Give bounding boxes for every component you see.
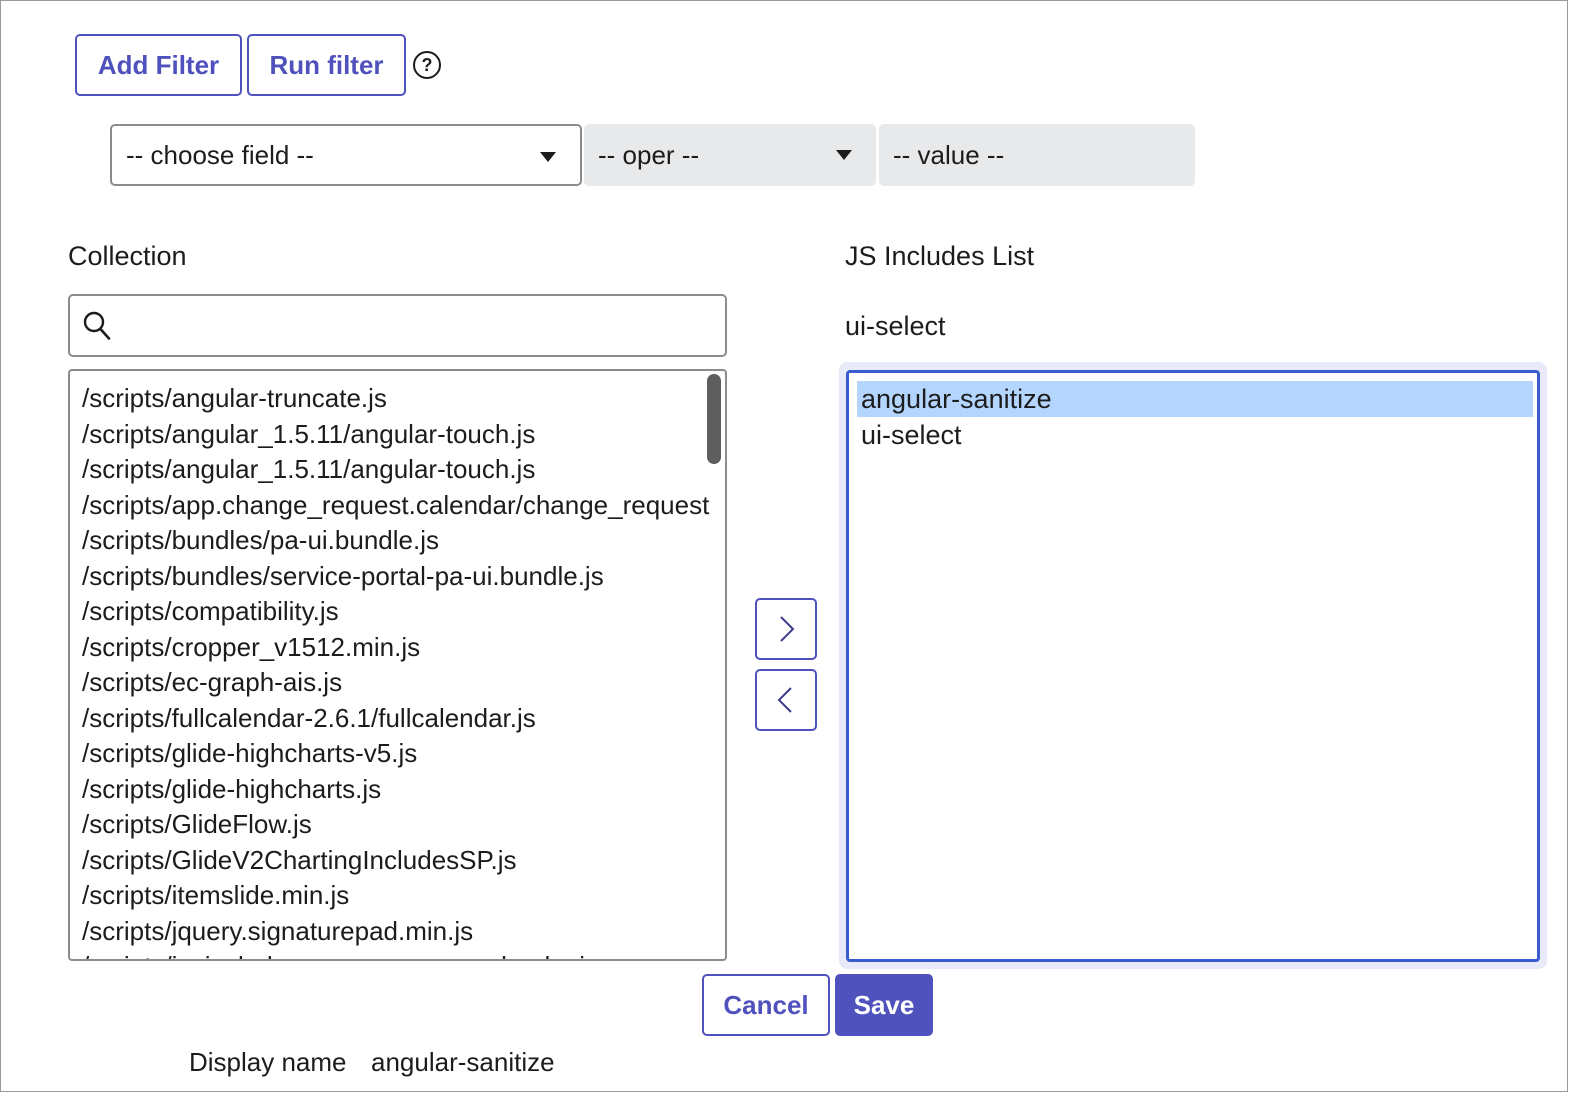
collection-list-item[interactable]: /scripts/ec-graph-ais.js: [82, 665, 709, 701]
includes-list-label: JS Includes List: [845, 241, 1035, 271]
collection-scrollbar[interactable]: [707, 374, 721, 464]
collection-listbox[interactable]: /scripts/angular-truncate.js/scripts/ang…: [68, 369, 727, 961]
includes-listbox[interactable]: angular-sanitize ui-select: [846, 370, 1540, 962]
operator-value: -- oper --: [598, 139, 700, 170]
collection-list-item[interactable]: /scripts/jspinclude.sepresponsepageloade…: [82, 949, 709, 959]
collection-list-item[interactable]: /scripts/angular-truncate.js: [82, 381, 709, 417]
move-left-button[interactable]: [755, 669, 817, 731]
collection-list-item[interactable]: /scripts/itemslide.min.js: [82, 878, 709, 914]
caret-down-icon: [540, 152, 556, 162]
operator-select[interactable]: -- oper --: [584, 124, 876, 186]
collection-list-item[interactable]: /scripts/GlideV2ChartingIncludesSP.js: [82, 843, 709, 879]
collection-list-item[interactable]: /scripts/bundles/pa-ui.bundle.js: [82, 523, 709, 559]
collection-list-item[interactable]: /scripts/fullcalendar-2.6.1/fullcalendar…: [82, 701, 709, 737]
includes-current-value: ui-select: [845, 311, 946, 341]
help-circle-icon[interactable]: ?: [413, 51, 441, 79]
value-field-text: -- value --: [893, 139, 1005, 170]
collection-list-item[interactable]: /scripts/app.change_request.calendar/cha…: [82, 488, 709, 524]
cancel-button[interactable]: Cancel: [702, 974, 830, 1036]
collection-search-input[interactable]: [68, 294, 727, 357]
chevron-left-icon: [777, 687, 792, 713]
collection-list-item[interactable]: /scripts/angular_1.5.11/angular-touch.js: [82, 417, 709, 453]
collection-list-item[interactable]: /scripts/cropper_v1512.min.js: [82, 630, 709, 666]
includes-list-item[interactable]: angular-sanitize: [857, 381, 1533, 417]
run-filter-button[interactable]: Run filter: [247, 34, 406, 96]
collection-list-item[interactable]: /scripts/GlideFlow.js: [82, 807, 709, 843]
value-field[interactable]: -- value --: [879, 124, 1195, 186]
collection-list-item[interactable]: /scripts/angular_1.5.11/angular-touch.js: [82, 452, 709, 488]
save-button[interactable]: Save: [835, 974, 933, 1036]
collection-list-item[interactable]: /scripts/bundles/service-portal-pa-ui.bu…: [82, 559, 709, 595]
includes-list-item[interactable]: ui-select: [857, 417, 1533, 453]
display-name-value: angular-sanitize: [371, 1047, 555, 1077]
collection-list-item[interactable]: /scripts/jquery.signaturepad.min.js: [82, 914, 709, 950]
slushbucket-dialog: Add Filter Run filter ? -- choose field …: [0, 0, 1568, 1092]
search-icon: [83, 311, 111, 340]
display-name-label: Display name: [189, 1047, 347, 1077]
caret-down-icon: [836, 150, 852, 160]
choose-field-select[interactable]: -- choose field --: [110, 124, 582, 186]
collection-label: Collection: [68, 241, 187, 271]
choose-field-value: -- choose field --: [126, 139, 314, 170]
chevron-right-icon: [780, 616, 795, 642]
collection-list-item[interactable]: /scripts/glide-highcharts.js: [82, 772, 709, 808]
add-filter-button[interactable]: Add Filter: [75, 34, 242, 96]
collection-list-item[interactable]: /scripts/glide-highcharts-v5.js: [82, 736, 709, 772]
move-right-button[interactable]: [755, 598, 817, 660]
collection-list-item[interactable]: /scripts/compatibility.js: [82, 594, 709, 630]
